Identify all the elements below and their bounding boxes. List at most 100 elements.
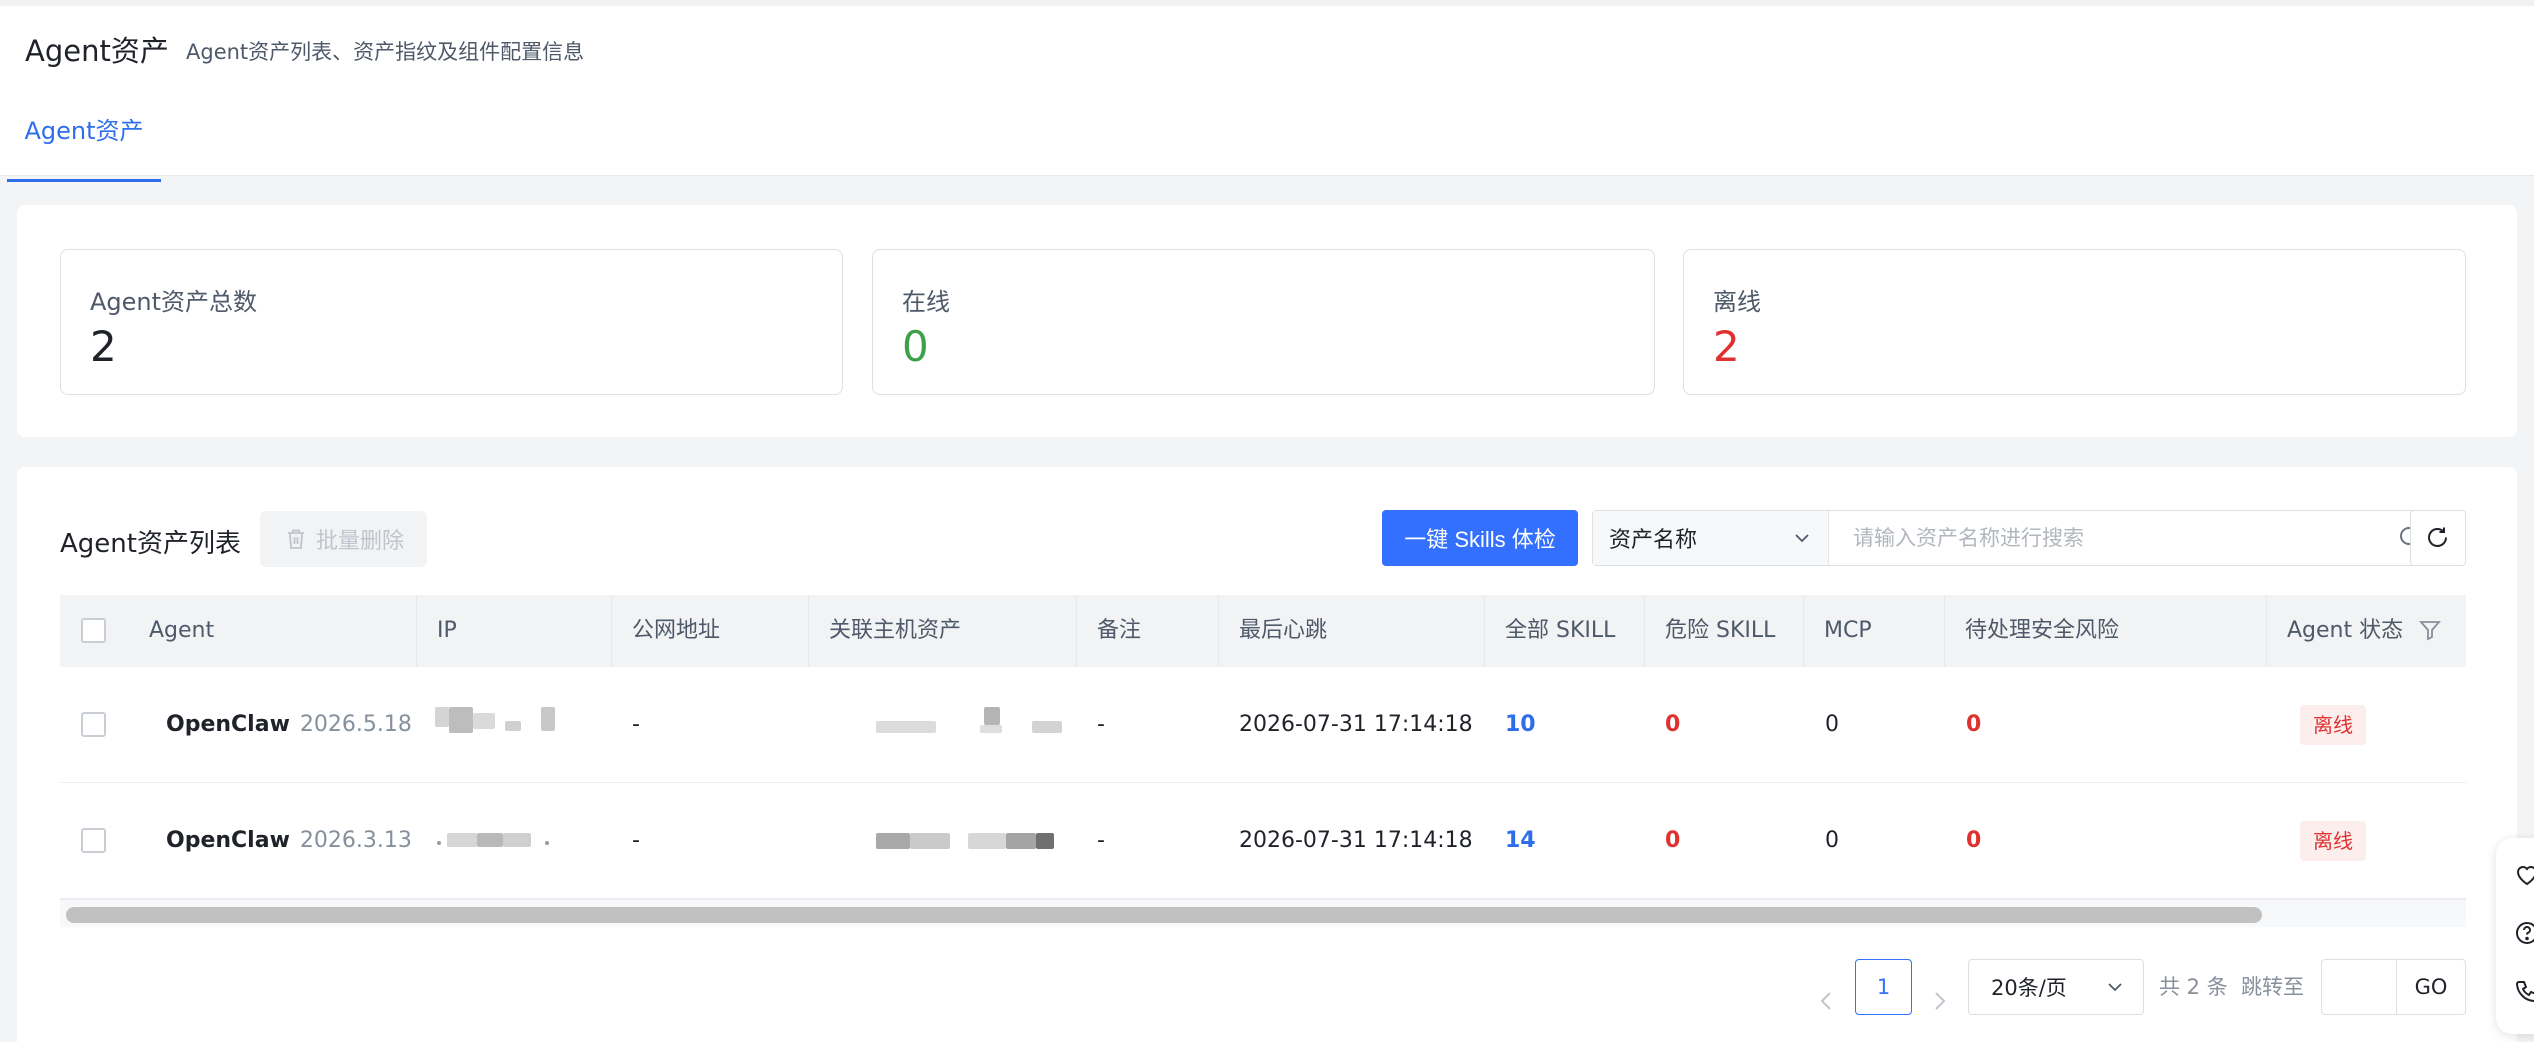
stat-value: 0 [902,322,929,371]
stat-online: 在线 0 [872,249,1655,395]
redacted-block [473,713,495,729]
chevron-down-icon [2108,983,2122,992]
table-header: Agent IP 公网地址 关联主机资产 备注 最后心跳 全部 SKILL 危险… [60,595,2466,667]
page-title: Agent资产 [25,34,169,68]
agent-cell: OpenClaw 2026.5.18 [166,667,412,783]
search-input[interactable] [1829,511,2359,565]
mcp-cell: 0 [1825,828,1839,853]
page-number-current[interactable]: 1 [1855,959,1912,1015]
row-checkbox[interactable] [81,828,106,853]
phone-icon[interactable] [2514,978,2534,1004]
agent-version: 2026.5.18 [299,712,412,737]
redacted-block [503,833,531,847]
danger-skill-cell[interactable]: 0 [1665,783,1680,899]
mcp-cell: 0 [1825,712,1839,737]
select-all-checkbox[interactable] [81,618,106,643]
redacted-block [1032,721,1062,733]
th-agent-status-label: Agent 状态 [2287,618,2404,643]
refresh-icon [2428,527,2447,547]
last-heartbeat-cell: 2026-07-31 17:14:18 [1239,828,1473,853]
th-danger-skill: 危险 SKILL [1644,595,1803,667]
skills-check-button[interactable]: 一键 Skills 体检 [1382,510,1578,566]
th-mcp: MCP [1803,595,1944,667]
remark-cell: - [1097,828,1105,853]
last-heartbeat-cell: 2026-07-31 17:14:18 [1239,712,1473,737]
jump-label: 跳转至 [2241,975,2304,999]
go-button[interactable]: GO [2396,959,2466,1015]
refresh-button[interactable] [2410,510,2466,566]
redacted-block [437,841,441,845]
host-asset-cell-redacted [830,667,1070,783]
horizontal-scrollbar[interactable] [60,899,2466,927]
page-header: Agent资产 Agent资产列表、资产指纹及组件配置信息 Agent资产 [0,0,2534,182]
redacted-block [449,707,473,733]
remark-cell: - [1097,712,1105,737]
redacted-block [968,833,1006,849]
stat-label: 离线 [1713,288,1761,316]
stats-card: Agent资产总数 2 在线 0 离线 2 [17,205,2517,437]
agent-cell: OpenClaw 2026.3.13 [166,783,412,899]
redacted-block [541,707,555,731]
filter-icon[interactable] [2419,619,2441,641]
th-last-heartbeat: 最后心跳 [1218,595,1484,667]
th-public-addr: 公网地址 [611,595,808,667]
status-cell: 离线 [2300,667,2366,783]
page-size-select[interactable]: 20条/页 [1968,959,2144,1015]
page-size-label: 20条/页 [1991,976,2067,1000]
search-field-label: 资产名称 [1609,528,1698,553]
danger-skill-cell[interactable]: 0 [1665,667,1680,783]
status-cell: 离线 [2300,783,2366,899]
chevron-left-icon[interactable] [1816,973,1838,1029]
all-skill-cell[interactable]: 10 [1505,667,1536,783]
stat-label: 在线 [902,288,950,316]
status-badge: 离线 [2300,705,2366,745]
redacted-block [876,721,936,733]
heart-icon[interactable] [2514,862,2534,888]
header-checkbox-cell [60,595,120,667]
table-row[interactable]: OpenClaw 2026.5.18 - - 2026-07-31 17:14:1… [60,667,2466,783]
th-pending-risk: 待处理安全风险 [1944,595,2266,667]
redacted-block [447,833,477,847]
ip-cell-redacted [433,667,583,783]
batch-delete-button[interactable]: 批量删除 [260,511,427,567]
table-row[interactable]: OpenClaw 2026.3.13 - - 2026-07-31 17:14:1… [60,783,2466,899]
redacted-block [477,833,503,847]
stat-label: Agent资产总数 [90,288,258,316]
pending-risk-cell[interactable]: 0 [1966,667,1981,783]
jump-page-input[interactable] [2321,959,2397,1015]
asset-table: Agent IP 公网地址 关联主机资产 备注 最后心跳 全部 SKILL 危险… [60,595,2466,925]
row-checkbox[interactable] [81,712,106,737]
chevron-down-icon [1795,534,1809,543]
redacted-block [876,833,910,849]
stat-value: 2 [90,322,117,371]
redacted-block [505,721,521,731]
th-ip: IP [416,595,611,667]
agent-name: OpenClaw [166,828,290,853]
trash-icon [288,529,304,549]
th-host-asset: 关联主机资产 [808,595,1076,667]
search-field-select[interactable]: 资产名称 [1593,511,1829,565]
batch-delete-label: 批量删除 [316,528,405,553]
public-addr-cell: - [632,828,640,853]
redacted-block [980,725,1002,733]
status-badge: 离线 [2300,821,2366,861]
pending-risk-cell[interactable]: 0 [1966,783,1981,899]
all-skill-cell[interactable]: 14 [1505,783,1536,899]
scrollbar-thumb[interactable] [66,907,2262,923]
stat-offline: 离线 2 [1683,249,2466,395]
th-remark: 备注 [1076,595,1218,667]
th-agent-status: Agent 状态 [2266,595,2466,667]
redacted-block [1036,833,1054,849]
chevron-right-icon[interactable] [1928,973,1950,1029]
redacted-block [435,707,449,727]
asset-list-card: Agent资产列表 批量删除 一键 Skills 体检 资产名称 Age [17,467,2517,1042]
stat-value: 2 [1713,322,1740,371]
page-subtitle: Agent资产列表、资产指纹及组件配置信息 [186,40,585,64]
tab-agent-assets[interactable]: Agent资产 [7,112,161,182]
help-icon[interactable] [2514,920,2534,946]
redacted-block [984,707,1000,725]
redacted-block [910,833,950,849]
th-agent: Agent [149,618,215,643]
ip-cell-redacted [433,783,583,899]
list-title: Agent资产列表 [60,529,241,559]
